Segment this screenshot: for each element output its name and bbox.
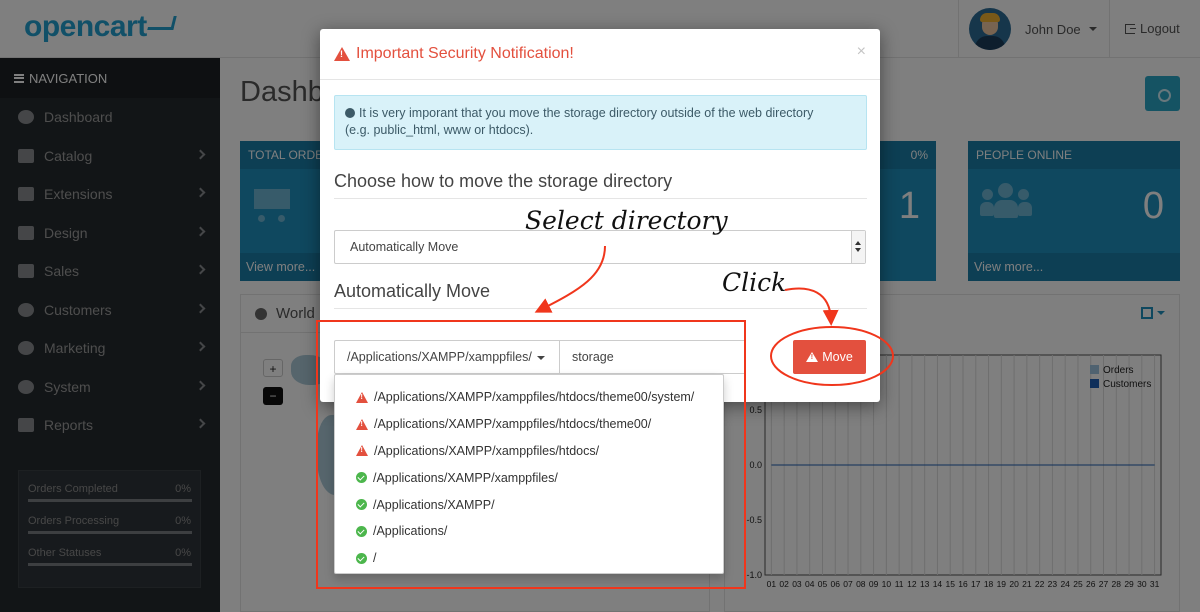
info-circle-icon <box>345 108 355 118</box>
warning-icon <box>806 352 819 362</box>
move-button-label: Move <box>822 350 853 364</box>
select-value: Automatically Move <box>350 240 459 254</box>
warning-icon <box>334 47 350 61</box>
close-button[interactable]: × <box>857 43 866 61</box>
auto-move-heading: Automatically Move <box>334 281 491 301</box>
divider <box>334 308 867 309</box>
info-alert: It is very imporant that you move the st… <box>334 95 867 150</box>
move-method-select[interactable]: Automatically Move <box>334 230 866 264</box>
modal-title: Important Security Notification! <box>356 45 574 62</box>
select-arrows-icon <box>851 231 865 263</box>
choose-method-heading: Choose how to move the storage directory <box>334 171 673 191</box>
alert-text-line2: (e.g. public_html, www or htdocs). <box>345 123 534 137</box>
annotation-highlight-box <box>316 320 746 589</box>
divider <box>334 198 867 199</box>
alert-text: It is very imporant that you move the st… <box>359 106 814 120</box>
modal-header: Important Security Notification! <box>320 29 880 80</box>
annotation-click: Click <box>722 268 787 297</box>
annotation-select-directory: Select directory <box>525 206 728 235</box>
move-button[interactable]: Move <box>793 340 866 374</box>
